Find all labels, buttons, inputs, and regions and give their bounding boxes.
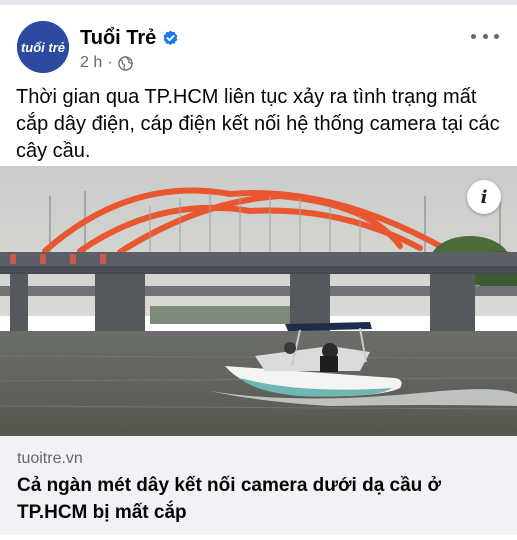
post-header: tuổi trẻ Tuổi Trẻ 2 h · [0,5,517,83]
meta-separator: · [107,54,113,71]
tuoi-tre-logo-icon: tuổi trẻ [17,21,69,73]
info-button[interactable]: i [467,180,501,214]
avatar-logo-text: tuổi trẻ [21,40,65,55]
info-icon: i [480,186,488,208]
verified-badge-icon [162,30,179,47]
page-name-row: Tuổi Trẻ [80,27,179,50]
link-preview[interactable]: tuoitre.vn Cả ngàn mét dây kết nối camer… [0,436,517,535]
more-options-button[interactable] [471,27,499,45]
link-domain: tuoitre.vn [17,450,83,467]
avatar[interactable]: tuổi trẻ [17,21,69,73]
post-image[interactable] [0,166,517,436]
post-timestamp[interactable]: 2 h [80,54,102,72]
link-title[interactable]: Cả ngàn mét dây kết nối camera dưới dạ c… [17,472,497,526]
more-horizontal-icon [482,33,488,39]
more-horizontal-icon [494,33,499,39]
globe-icon[interactable] [117,55,133,71]
more-horizontal-icon [471,33,476,39]
bridge-photo-image [0,166,517,436]
post-meta: 2 h · [80,54,133,72]
page-name[interactable]: Tuổi Trẻ [80,27,156,50]
post-body-text: Thời gian qua TP.HCM liên tục xảy ra tìn… [16,86,500,162]
bottom-spacer [0,535,517,540]
